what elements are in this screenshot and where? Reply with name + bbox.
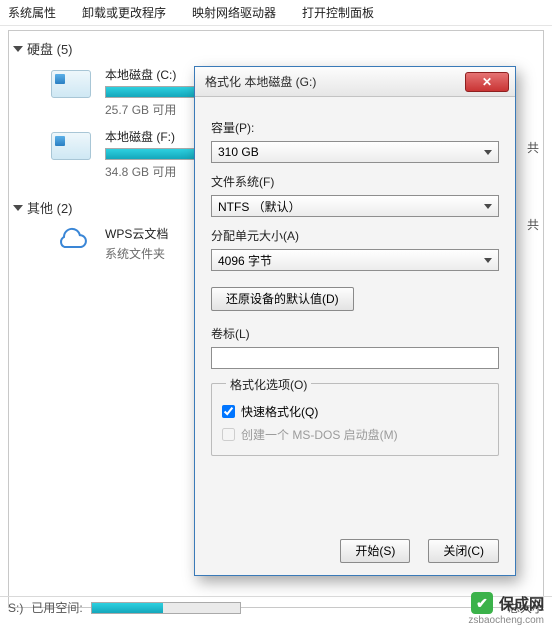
format-options-fieldset: 格式化选项(O) 快速格式化(Q) 创建一个 MS-DOS 启动盘(M)	[211, 383, 499, 456]
section-title: 硬盘 (5)	[27, 39, 73, 58]
capacity-select[interactable]: 310 GB	[211, 141, 499, 163]
section-drives[interactable]: 硬盘 (5)	[9, 31, 543, 60]
filesystem-select[interactable]: NTFS （默认）	[211, 195, 499, 217]
allocation-label: 分配单元大小(A)	[211, 227, 499, 244]
explorer-toolbar: 系统属性 卸载或更改程序 映射网络驱动器 打开控制面板	[0, 0, 552, 26]
cloud-icon	[51, 227, 91, 255]
menu-system-properties[interactable]: 系统属性	[8, 4, 56, 21]
watermark-brand: 保成网	[499, 593, 544, 614]
restore-defaults-button[interactable]: 还原设备的默认值(D)	[211, 287, 354, 311]
quick-format-checkbox[interactable]: 快速格式化(Q)	[222, 403, 488, 420]
msdos-input	[222, 428, 235, 441]
close-icon: ✕	[482, 75, 492, 89]
watermark-domain: zsbaocheng.com	[468, 615, 544, 626]
dialog-titlebar[interactable]: 格式化 本地磁盘 (G:) ✕	[195, 67, 515, 97]
volume-input[interactable]	[211, 347, 499, 369]
status-left: S:)	[8, 601, 23, 615]
filesystem-label: 文件系统(F)	[211, 173, 499, 190]
hdd-icon	[51, 132, 91, 160]
allocation-value: 4096 字节	[218, 252, 272, 269]
menu-uninstall[interactable]: 卸载或更改程序	[82, 4, 166, 21]
watermark: ✔ 保成网 zsbaocheng.com	[471, 592, 544, 614]
right-edge-labels: 共 共	[525, 109, 543, 263]
status-label: 已用空间:	[31, 599, 82, 616]
format-options-legend: 格式化选项(O)	[226, 376, 311, 393]
filesystem-value: NTFS （默认）	[218, 198, 301, 215]
section-title: 其他 (2)	[27, 198, 73, 217]
capacity-value: 310 GB	[218, 145, 259, 159]
capacity-label: 容量(P):	[211, 119, 499, 136]
allocation-select[interactable]: 4096 字节	[211, 249, 499, 271]
menu-map-drive[interactable]: 映射网络驱动器	[192, 4, 276, 21]
msdos-label: 创建一个 MS-DOS 启动盘(M)	[241, 426, 398, 443]
quick-format-label: 快速格式化(Q)	[241, 403, 318, 420]
start-button[interactable]: 开始(S)	[340, 539, 410, 563]
expander-icon	[13, 205, 23, 211]
shield-icon: ✔	[471, 592, 493, 614]
edge-label: 共	[525, 186, 543, 263]
hdd-icon	[51, 70, 91, 98]
volume-label: 卷标(L)	[211, 325, 499, 342]
close-button[interactable]: ✕	[465, 72, 509, 92]
menu-control-panel[interactable]: 打开控制面板	[302, 4, 374, 21]
quick-format-input[interactable]	[222, 405, 235, 418]
close-button-2[interactable]: 关闭(C)	[428, 539, 499, 563]
format-dialog: 格式化 本地磁盘 (G:) ✕ 容量(P): 310 GB 文件系统(F) NT…	[194, 66, 516, 576]
dialog-title: 格式化 本地磁盘 (G:)	[205, 73, 465, 90]
status-capacity-bar	[91, 602, 241, 614]
expander-icon	[13, 46, 23, 52]
edge-label: 共	[525, 109, 543, 186]
msdos-checkbox: 创建一个 MS-DOS 启动盘(M)	[222, 426, 488, 443]
